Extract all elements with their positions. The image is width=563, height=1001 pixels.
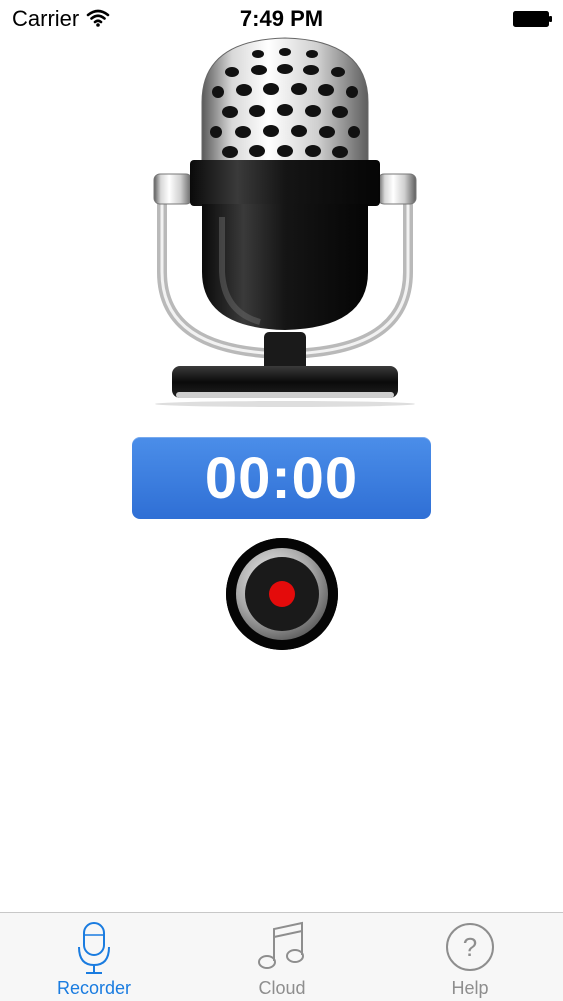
tab-help-label: Help: [451, 978, 489, 998]
record-button[interactable]: [226, 538, 338, 650]
record-dot-icon: [269, 581, 295, 607]
timer-text: 00:00: [204, 445, 359, 511]
tab-recorder-label: Recorder: [56, 978, 132, 998]
help-circle-icon: ?: [444, 921, 496, 978]
tab-cloud[interactable]: Cloud: [188, 913, 376, 1001]
microphone-icon: [76, 921, 112, 980]
status-time: 7:49 PM: [239, 6, 324, 31]
tab-cloud-label: Cloud: [258, 978, 306, 998]
tab-help[interactable]: ? Help: [376, 913, 563, 1001]
svg-text:?: ?: [463, 932, 477, 962]
battery-icon: [513, 11, 553, 27]
tab-recorder[interactable]: Recorder: [0, 913, 188, 1001]
timer-display: 00:00: [132, 437, 431, 519]
music-note-icon: [256, 921, 308, 978]
tab-bar: Recorder Cloud ? Help: [0, 912, 563, 1001]
microphone-illustration-icon: [140, 32, 430, 412]
